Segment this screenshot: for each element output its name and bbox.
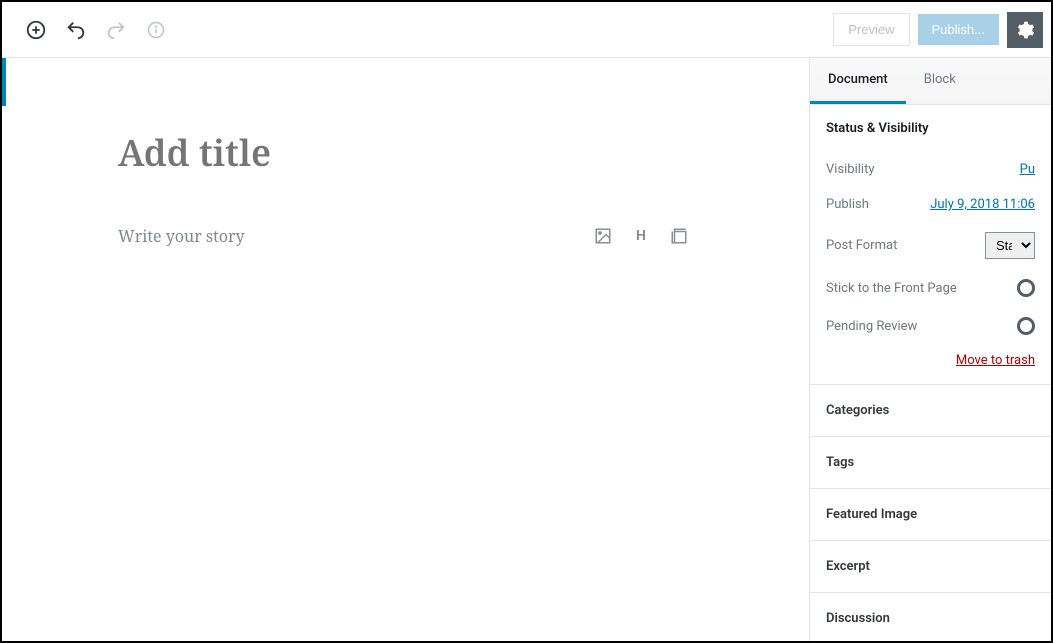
sidebar-tabs: Document Block bbox=[810, 58, 1051, 105]
stick-front-page-toggle[interactable] bbox=[1017, 279, 1035, 297]
preview-button[interactable]: Preview bbox=[833, 13, 909, 46]
plus-circle-icon bbox=[25, 19, 47, 41]
toolbar-left bbox=[10, 12, 174, 48]
add-block-button[interactable] bbox=[18, 12, 54, 48]
visibility-value-link[interactable]: Pu bbox=[1020, 162, 1035, 177]
gear-icon bbox=[1015, 20, 1035, 40]
redo-button[interactable] bbox=[98, 12, 134, 48]
main-area: Write your story H Document Block Status… bbox=[2, 58, 1051, 641]
publish-row: Publish July 9, 2018 11:06 bbox=[810, 187, 1051, 222]
undo-icon bbox=[65, 19, 87, 41]
post-title-input[interactable] bbox=[118, 128, 749, 177]
heading-block-button[interactable]: H bbox=[631, 226, 651, 246]
body-row: Write your story H bbox=[118, 225, 749, 247]
settings-sidebar: Document Block Status & Visibility Visib… bbox=[809, 58, 1051, 641]
post-format-label: Post Format bbox=[826, 238, 897, 253]
tags-panel-toggle[interactable]: Tags bbox=[810, 437, 1051, 489]
pending-review-label: Pending Review bbox=[826, 319, 917, 334]
visibility-row: Visibility Pu bbox=[810, 152, 1051, 187]
pending-review-row: Pending Review bbox=[810, 307, 1051, 345]
pending-review-toggle[interactable] bbox=[1017, 317, 1035, 335]
featured-image-panel-toggle[interactable]: Featured Image bbox=[810, 489, 1051, 541]
gallery-icon bbox=[670, 227, 688, 245]
post-format-select[interactable]: Standard bbox=[985, 232, 1035, 259]
toolbar-right: Preview Publish... bbox=[833, 12, 1043, 48]
post-body-placeholder[interactable]: Write your story bbox=[118, 225, 245, 247]
move-to-trash-link[interactable]: Move to trash bbox=[810, 345, 1051, 384]
tab-document[interactable]: Document bbox=[810, 58, 906, 104]
info-icon bbox=[146, 20, 166, 40]
tab-block[interactable]: Block bbox=[906, 58, 974, 104]
visibility-label: Visibility bbox=[826, 162, 875, 177]
publish-label: Publish bbox=[826, 197, 869, 212]
undo-button[interactable] bbox=[58, 12, 94, 48]
gallery-block-button[interactable] bbox=[669, 226, 689, 246]
publish-date-link[interactable]: July 9, 2018 11:06 bbox=[930, 197, 1035, 212]
categories-panel-toggle[interactable]: Categories bbox=[810, 385, 1051, 437]
info-button[interactable] bbox=[138, 12, 174, 48]
heading-icon: H bbox=[636, 228, 646, 244]
admin-bar-accent bbox=[2, 58, 6, 106]
editor-column: Write your story H bbox=[2, 58, 809, 641]
stick-front-page-row: Stick to the Front Page bbox=[810, 269, 1051, 307]
discussion-panel-toggle[interactable]: Discussion bbox=[810, 593, 1051, 641]
excerpt-panel-toggle[interactable]: Excerpt bbox=[810, 541, 1051, 593]
settings-button[interactable] bbox=[1007, 12, 1043, 48]
post-format-row: Post Format Standard bbox=[810, 222, 1051, 269]
block-inserter-icons: H bbox=[593, 226, 689, 246]
redo-icon bbox=[105, 19, 127, 41]
stick-front-page-label: Stick to the Front Page bbox=[826, 281, 957, 296]
status-visibility-heading: Status & Visibility bbox=[810, 105, 1051, 152]
publish-button[interactable]: Publish... bbox=[918, 14, 999, 45]
image-block-button[interactable] bbox=[593, 226, 613, 246]
top-toolbar: Preview Publish... bbox=[2, 2, 1051, 58]
image-icon bbox=[594, 227, 612, 245]
status-visibility-panel: Status & Visibility Visibility Pu Publis… bbox=[810, 105, 1051, 385]
